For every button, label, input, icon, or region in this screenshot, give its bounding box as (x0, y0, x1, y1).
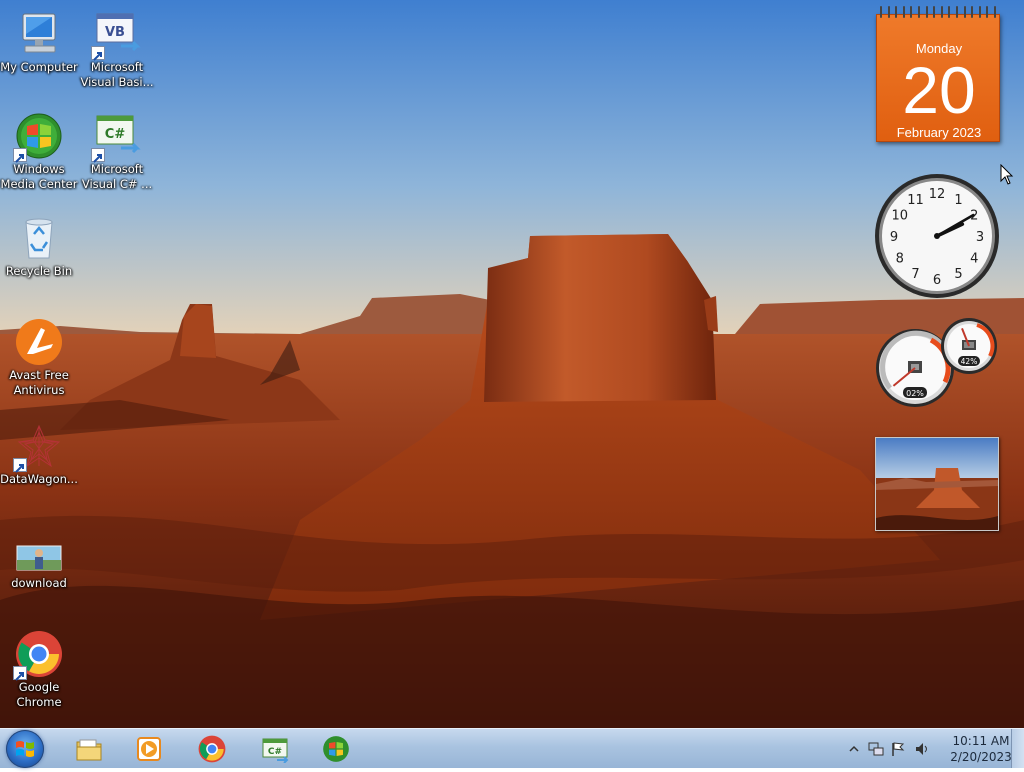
media-center-icon (13, 112, 63, 163)
desktop-icon-chrome[interactable]: Google Chrome (0, 630, 78, 710)
windows-logo-icon (16, 741, 34, 757)
mouse-cursor (1000, 163, 1014, 190)
chrome-icon (198, 735, 226, 763)
desktop-icon-label: Windows Media Center (0, 162, 78, 191)
clock-gadget[interactable]: 12 1 2 3 4 5 6 7 8 9 10 11 (873, 172, 1001, 300)
desktop-icon-label: Avast Free Antivirus (9, 368, 69, 397)
clock-numeral: 11 (907, 193, 924, 208)
avast-icon (15, 318, 63, 366)
recycle-bin-icon (15, 214, 63, 262)
folder-icon (75, 735, 103, 763)
shortcut-arrow-icon (13, 148, 27, 163)
svg-text:VB: VB (105, 25, 125, 40)
datawagon-icon (13, 422, 63, 473)
image-thumbnail-icon (15, 526, 63, 574)
desktop-icon-label: Microsoft Visual C# ... (81, 162, 153, 191)
visual-csharp-icon: C# (91, 112, 141, 163)
notification-area: 10:11 AM 2/20/2023 (840, 729, 1024, 769)
clock-numeral: 8 (896, 252, 904, 267)
desktop-icon-my-computer[interactable]: My Computer (0, 10, 78, 75)
clock-numeral: 1 (954, 193, 962, 208)
start-button[interactable] (6, 730, 44, 768)
media-center-icon (322, 735, 350, 763)
clock-numeral: 3 (976, 230, 984, 245)
shortcut-arrow-icon (91, 148, 105, 163)
computer-icon (15, 10, 63, 58)
calendar-binding-rings (880, 6, 996, 20)
desktop-icon-visual-csharp[interactable]: C# Microsoft Visual C# ... (78, 112, 156, 192)
clock-numeral: 10 (891, 209, 908, 224)
taskbar-date: 2/20/2023 (950, 750, 1012, 764)
cpu-usage-text: 02% (906, 389, 924, 398)
show-desktop-button[interactable] (1011, 729, 1024, 768)
chrome-icon (13, 630, 63, 681)
visual-basic-icon: VB (91, 10, 141, 61)
taskbar-media-center-button[interactable] (309, 731, 363, 767)
desktop-icon-avast[interactable]: Avast Free Antivirus (0, 318, 78, 398)
calendar-date: 20 (902, 53, 976, 127)
calendar-page: Monday 20 February 2023 (876, 14, 1000, 142)
taskbar-clock[interactable]: 10:11 AM 2/20/2023 (942, 733, 1020, 765)
taskbar-time: 10:11 AM (952, 734, 1010, 748)
desktop-icon-media-center[interactable]: Windows Media Center (0, 112, 78, 192)
clock-numeral: 4 (970, 252, 978, 267)
shortcut-arrow-icon (91, 46, 105, 61)
desktop-wallpaper (0, 0, 1024, 728)
action-center-flag-icon[interactable] (890, 741, 906, 757)
desktop-icon-label: DataWagon... (0, 472, 78, 486)
slideshow-gadget[interactable] (875, 437, 999, 531)
taskbar-visual-csharp-button[interactable]: C# (248, 731, 302, 767)
clock-numeral: 12 (929, 187, 946, 202)
clock-numeral: 7 (911, 267, 919, 282)
calendar-month-year: February 2023 (896, 125, 982, 140)
memory-usage-text: 42% (961, 357, 978, 366)
taskbar-chrome-button[interactable] (185, 731, 239, 767)
volume-icon[interactable] (914, 741, 930, 757)
taskbar-explorer-button[interactable] (62, 731, 116, 767)
desktop-icon-visual-basic[interactable]: VB Microsoft Visual Basi... (78, 10, 156, 90)
taskbar: C# 10:11 AM 2/20/2023 (0, 728, 1024, 768)
desktop-icon-label: Recycle Bin (5, 264, 73, 278)
cpu-meter-gadget[interactable]: 02% 42% (873, 316, 1001, 408)
network-icon[interactable] (868, 741, 884, 757)
desktop-icon-label: My Computer (0, 60, 78, 74)
calendar-gadget[interactable]: Monday 20 February 2023 (876, 6, 1000, 142)
shortcut-arrow-icon (13, 458, 27, 473)
clock-numeral: 6 (933, 273, 941, 288)
desktop-icon-label: Microsoft Visual Basi... (80, 60, 154, 89)
desktop-icon-label: download (11, 576, 67, 590)
visual-csharp-icon: C# (261, 735, 289, 764)
show-hidden-icons-chevron-icon[interactable] (846, 741, 862, 757)
svg-text:C#: C# (268, 747, 282, 757)
taskbar-media-player-button[interactable] (122, 731, 176, 767)
desktop-icon-datawagon[interactable]: DataWagon... (0, 422, 78, 487)
clock-numeral: 5 (954, 267, 962, 282)
desktop-icon-label: Google Chrome (16, 680, 62, 709)
desktop-icon-recycle-bin[interactable]: Recycle Bin (0, 214, 78, 279)
svg-text:C#: C# (105, 127, 126, 142)
shortcut-arrow-icon (13, 666, 27, 681)
media-player-icon (135, 735, 163, 763)
desktop-icon-download[interactable]: download (0, 526, 78, 591)
clock-numeral: 9 (890, 230, 898, 245)
